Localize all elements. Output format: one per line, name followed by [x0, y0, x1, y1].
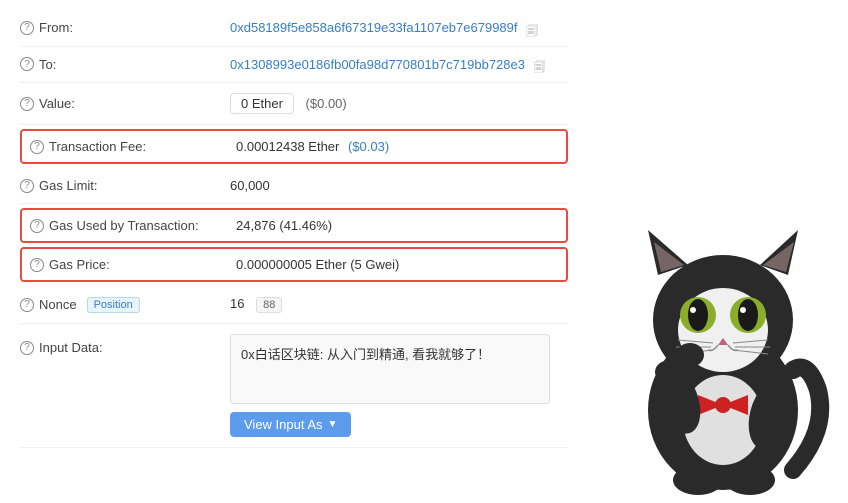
from-copy-icon[interactable]: 🗐	[526, 22, 540, 36]
tx-fee-amount: 0.00012438 Ether	[236, 139, 339, 154]
left-panel: ? From: 0xd58189f5e858a6f67319e33fa1107e…	[0, 0, 588, 500]
value-help-icon[interactable]: ?	[20, 97, 34, 111]
to-row: ? To: 0x1308993e0186fb00fa98d770801b7c71…	[20, 47, 568, 84]
right-panel	[588, 0, 848, 500]
from-row: ? From: 0xd58189f5e858a6f67319e33fa1107e…	[20, 10, 568, 47]
gas-limit-row: ? Gas Limit: 60,000	[20, 168, 568, 204]
to-value: 0x1308993e0186fb00fa98d770801b7c719bb728…	[230, 57, 568, 73]
gas-limit-help-icon[interactable]: ?	[20, 179, 34, 193]
to-help-icon[interactable]: ?	[20, 57, 34, 71]
value-row: ? Value: 0 Ether ($0.00)	[20, 83, 568, 125]
gas-limit-value: 60,000	[230, 178, 568, 193]
nonce-position-value: 88	[256, 297, 282, 313]
tx-fee-row: ? Transaction Fee: 0.00012438 Ether ($0.…	[20, 129, 568, 164]
tx-fee-help-icon[interactable]: ?	[30, 140, 44, 154]
nonce-help-icon[interactable]: ?	[20, 298, 34, 312]
from-value: 0xd58189f5e858a6f67319e33fa1107eb7e67998…	[230, 20, 568, 36]
to-copy-icon[interactable]: 🗐	[534, 58, 548, 72]
gas-price-label: Gas Price:	[49, 257, 110, 272]
gas-used-help-icon[interactable]: ?	[30, 219, 44, 233]
input-data-label-cell: ? Input Data:	[20, 334, 230, 355]
nonce-label-cell: ? Nonce Position	[20, 297, 230, 313]
to-label: To:	[39, 57, 56, 72]
cat-illustration	[598, 200, 848, 500]
gas-used-value: 24,876 (41.46%)	[236, 218, 562, 233]
gas-used-label: Gas Used by Transaction:	[49, 218, 199, 233]
chevron-down-icon: ▼	[328, 419, 338, 430]
value-amount: 0 Ether	[230, 93, 294, 114]
value-label: Value:	[39, 96, 75, 111]
input-data-row: ? Input Data: 0x白话区块链: 从入门到精通, 看我就够了！ Vi…	[20, 324, 568, 448]
from-label-cell: ? From:	[20, 20, 230, 35]
input-data-value-cell: 0x白话区块链: 从入门到精通, 看我就够了！ View Input As ▼	[230, 334, 568, 437]
gas-limit-label-cell: ? Gas Limit:	[20, 178, 230, 193]
gas-used-label-cell: ? Gas Used by Transaction:	[26, 218, 236, 233]
from-help-icon[interactable]: ?	[20, 21, 34, 35]
tx-fee-usd: ($0.03)	[348, 139, 389, 154]
nonce-row: ? Nonce Position 16 88	[20, 286, 568, 324]
from-label: From:	[39, 20, 73, 35]
tx-fee-label-cell: ? Transaction Fee:	[26, 139, 236, 154]
view-input-as-button[interactable]: View Input As ▼	[230, 412, 351, 437]
view-input-label: View Input As	[244, 417, 323, 432]
input-data-label: Input Data:	[39, 340, 103, 355]
gas-used-row: ? Gas Used by Transaction: 24,876 (41.46…	[20, 208, 568, 243]
gas-price-label-cell: ? Gas Price:	[26, 257, 236, 272]
gas-limit-label: Gas Limit:	[39, 178, 98, 193]
page-container: ? From: 0xd58189f5e858a6f67319e33fa1107e…	[0, 0, 848, 500]
gas-price-value: 0.000000005 Ether (5 Gwei)	[236, 257, 562, 272]
nonce-position-badge: Position	[87, 297, 140, 313]
value-value: 0 Ether ($0.00)	[230, 93, 568, 114]
nonce-label: Nonce	[39, 297, 77, 312]
cat-svg	[598, 200, 848, 500]
nonce-values: 16 88	[230, 296, 568, 313]
tx-fee-value: 0.00012438 Ether ($0.03)	[236, 139, 562, 154]
nonce-value: 16	[230, 296, 244, 311]
value-usd: ($0.00)	[306, 96, 347, 111]
input-data-help-icon[interactable]: ?	[20, 341, 34, 355]
from-address-link[interactable]: 0xd58189f5e858a6f67319e33fa1107eb7e67998…	[230, 20, 518, 35]
to-label-cell: ? To:	[20, 57, 230, 72]
input-data-content: 0x白话区块链: 从入门到精通, 看我就够了！	[230, 334, 550, 404]
gas-price-help-icon[interactable]: ?	[30, 258, 44, 272]
to-address-link[interactable]: 0x1308993e0186fb00fa98d770801b7c719bb728…	[230, 57, 525, 72]
tx-fee-label: Transaction Fee:	[49, 139, 146, 154]
value-label-cell: ? Value:	[20, 96, 230, 111]
gas-price-row: ? Gas Price: 0.000000005 Ether (5 Gwei)	[20, 247, 568, 282]
